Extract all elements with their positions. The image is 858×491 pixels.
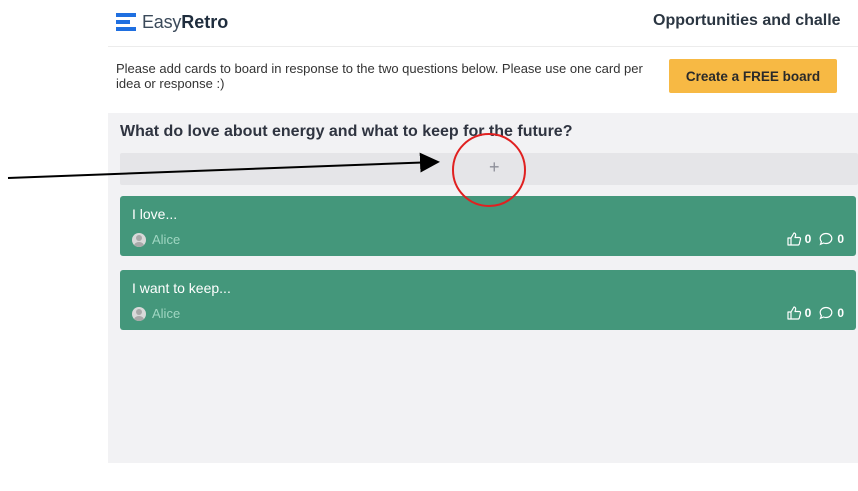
comment-icon[interactable] [818,231,834,247]
easyretro-logo-icon [116,13,136,31]
avatar-icon [132,306,146,321]
logo-text-easy: Easy [142,11,182,32]
board-title: Opportunities and challe [653,12,841,29]
author-name: Alice [152,232,181,247]
board-column: What do love about energy and what to ke… [108,113,858,463]
card-text: I want to keep... [132,280,231,296]
card-author: Alice [132,232,180,247]
notice-banner: Please add cards to board in response to… [108,47,858,113]
create-free-board-button[interactable]: Create a FREE board [669,59,837,93]
avatar-icon [132,232,146,247]
add-card-button[interactable]: + [120,153,858,185]
thumbs-up-icon[interactable] [786,231,802,247]
card-meta: 0 0 [786,305,848,321]
column-title: What do love about energy and what to ke… [120,123,573,140]
comment-count: 0 [837,306,844,320]
card-meta: 0 0 [786,231,848,247]
author-name: Alice [152,306,181,321]
card-author: Alice [132,306,180,321]
comment-count: 0 [837,232,844,246]
thumbs-up-icon[interactable] [786,305,802,321]
top-bar: Easy Retro Opportunities and challe [108,0,858,47]
logo-text-retro: Retro [181,11,229,32]
comment-icon[interactable] [818,305,834,321]
card-text: I love... [132,206,178,222]
card[interactable]: I want to keep... Alice 0 0 [120,270,856,330]
card[interactable]: I love... Alice 0 0 [120,196,856,256]
vote-count: 0 [804,306,812,320]
vote-count: 0 [804,232,812,246]
easyretro-logo[interactable]: Easy Retro [116,9,228,35]
notice-text: Please add cards to board in response to… [116,61,643,91]
plus-icon: + [489,157,500,177]
